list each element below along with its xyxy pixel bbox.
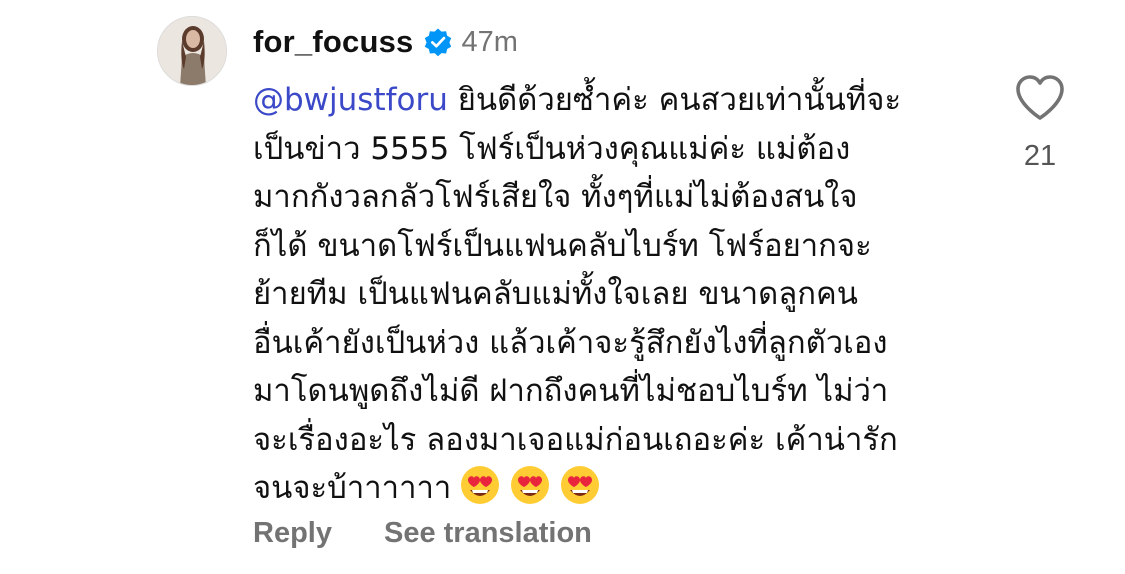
comment-line: @bwjustforu ยินดีด้วยซ้ำค่ะ คนสวยเท่านั้… [253, 76, 993, 125]
like-count[interactable]: 21 [1000, 140, 1080, 173]
verified-badge-icon [423, 27, 453, 57]
comment-line-text: ยินดีด้วยซ้ำค่ะ คนสวยเท่านั้นที่จะ [447, 82, 902, 118]
heart-eyes-emoji [459, 464, 501, 506]
heart-outline-icon[interactable] [1014, 74, 1066, 122]
comment-line: ย้ายทีม เป็นแฟนคลับแม่ทั้งใจเลย ขนาดลูกค… [253, 276, 858, 312]
username[interactable]: for_focuss [253, 24, 413, 60]
mention-link[interactable]: @bwjustforu [253, 82, 448, 118]
reply-button[interactable]: Reply [253, 517, 332, 550]
comment-line-text: จนจะบ้าาาาาา [253, 470, 452, 506]
heart-eyes-emoji [509, 464, 551, 506]
avatar[interactable] [157, 16, 227, 86]
comment-line: มากกังวลกลัวโฟร์เสียใจ ทั้งๆที่แม่ไม่ต้อ… [253, 179, 858, 215]
comment-line: เป็นข่าว 5555 โฟร์เป็นห่วงคุณแม่ค่ะ แม่ต… [253, 130, 851, 167]
comment-line: จะเรื่องอะไร ลองมาเจอแม่ก่อนเถอะค่ะ เค้า… [253, 421, 898, 458]
comment-header: for_focuss 47m [253, 20, 518, 64]
comment-line: อื่นเค้ายังเป็นห่วง แล้วเค้าจะรู้สึกยังไ… [253, 324, 888, 361]
comment-line: จนจะบ้าาาาาา [253, 464, 993, 513]
comment-line: มาโดนพูดถึงไม่ดี ฝากถึงคนที่ไม่ชอบไบร์ท … [253, 373, 889, 409]
timestamp: 47m [461, 25, 518, 58]
comment-text: @bwjustforu ยินดีด้วยซ้ำค่ะ คนสวยเท่านั้… [253, 76, 993, 513]
avatar-image [158, 17, 226, 85]
heart-eyes-emoji [559, 464, 601, 506]
comment-line: ก็ได้ ขนาดโฟร์เป็นแฟนคลับไบร์ท โฟร์อยากจ… [253, 227, 872, 264]
see-translation-button[interactable]: See translation [384, 517, 592, 550]
comment-actions: Reply See translation [253, 517, 592, 550]
